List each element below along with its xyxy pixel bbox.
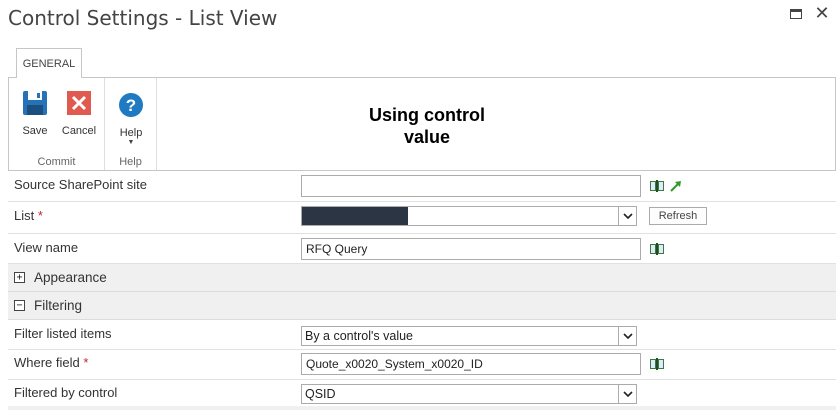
commit-group: Save Cancel Commit: [9, 78, 105, 170]
annotation-line-1: Using control: [369, 105, 485, 125]
filter-listed-items-label: Filter listed items: [14, 326, 112, 341]
address-book-icon[interactable]: [649, 242, 665, 256]
svg-text:?: ?: [126, 96, 136, 115]
bottom-divider: [8, 406, 836, 410]
required-marker: *: [83, 355, 89, 370]
where-field-row: Where field * Quote_x0020_System_x0020_I…: [8, 350, 836, 380]
list-row: List * Refresh: [8, 202, 836, 234]
list-label-text: List: [14, 208, 35, 223]
help-group-label: Help: [119, 156, 142, 168]
commit-group-label: Commit: [37, 156, 76, 168]
chevron-down-icon: [618, 385, 636, 403]
help-button[interactable]: ? Help ▼: [111, 92, 151, 147]
collapse-icon[interactable]: −: [14, 300, 25, 311]
appearance-section-header[interactable]: + Appearance: [8, 264, 836, 292]
filter-listed-items-row: Filter listed items By a control's value: [8, 320, 836, 350]
filter-listed-items-select[interactable]: By a control's value: [301, 326, 637, 346]
refresh-button[interactable]: Refresh: [649, 207, 707, 225]
filtered-by-control-label: Filtered by control: [14, 385, 118, 400]
chevron-down-icon: [618, 207, 636, 225]
where-field-input[interactable]: Quote_x0020_System_x0020_ID: [301, 353, 641, 375]
close-button[interactable]: ✕: [812, 3, 832, 24]
filtering-title: Filtering: [34, 298, 83, 313]
cancel-button[interactable]: Cancel: [59, 90, 99, 137]
chevron-down-icon: ▼: [127, 139, 135, 146]
annotation-text: Using control value: [352, 104, 502, 148]
address-book-icon[interactable]: [649, 179, 665, 193]
list-label: List *: [14, 208, 43, 223]
view-name-label: View name: [14, 240, 79, 255]
source-site-row: Source SharePoint site: [8, 172, 836, 202]
close-icon: ✕: [814, 3, 830, 24]
maximize-icon: [790, 9, 802, 19]
expand-icon[interactable]: +: [14, 272, 25, 283]
view-name-row: View name RFQ Query: [8, 234, 836, 264]
appearance-title: Appearance: [34, 270, 107, 285]
help-label: Help: [119, 127, 143, 139]
maximize-button[interactable]: [786, 6, 806, 22]
help-group: ? Help ▼ Help: [105, 78, 157, 170]
where-field-label-text: Where field: [14, 355, 80, 370]
tab-general[interactable]: GENERAL: [16, 48, 82, 78]
green-arrow-icon[interactable]: [669, 179, 683, 193]
dialog-title: Control Settings - List View: [8, 6, 278, 30]
view-name-input[interactable]: RFQ Query: [301, 238, 641, 260]
save-icon: [23, 91, 47, 115]
filtered-by-control-select[interactable]: QSID: [301, 384, 637, 404]
list-select[interactable]: [301, 206, 637, 226]
cancel-label: Cancel: [61, 125, 97, 137]
save-label: Save: [22, 125, 48, 137]
filtered-by-control-row: Filtered by control QSID: [8, 380, 836, 406]
source-site-input[interactable]: [301, 175, 641, 197]
chevron-down-icon: [618, 327, 636, 345]
cancel-icon: [67, 91, 91, 115]
filtering-section-header[interactable]: − Filtering: [8, 292, 836, 320]
source-site-label: Source SharePoint site: [14, 177, 147, 192]
address-book-icon[interactable]: [649, 357, 665, 371]
help-icon: ?: [119, 93, 143, 117]
filtered-by-control-value: QSID: [305, 387, 336, 401]
redacted-bar: [302, 207, 408, 225]
where-field-label: Where field *: [14, 355, 88, 370]
annotation-line-2: value: [403, 127, 451, 147]
filter-listed-items-value: By a control's value: [305, 329, 413, 343]
required-marker: *: [37, 208, 43, 223]
save-button[interactable]: Save: [15, 90, 55, 137]
